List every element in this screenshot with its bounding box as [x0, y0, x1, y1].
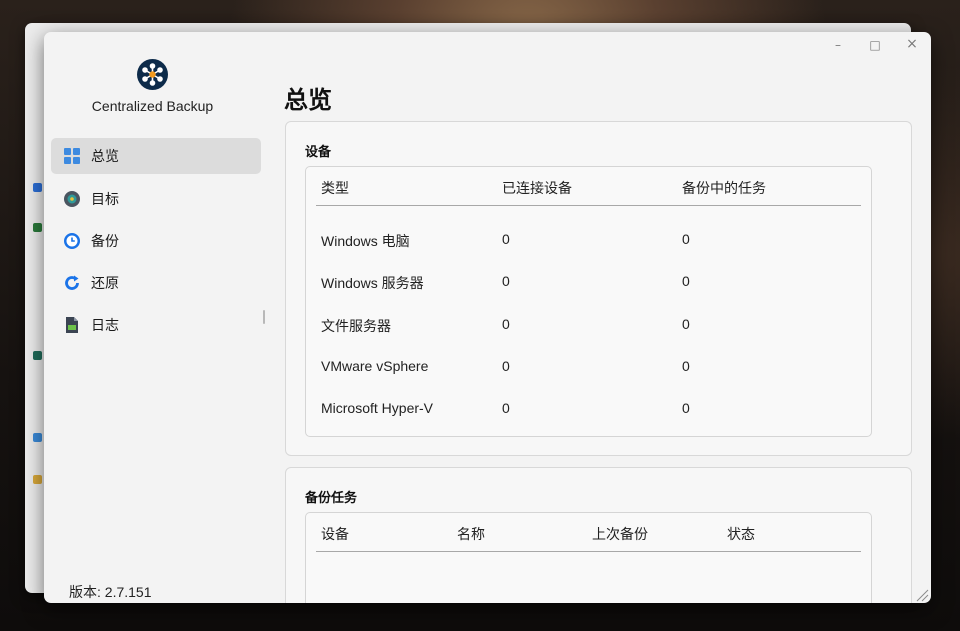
column-header-last-backup: 上次备份 [592, 527, 648, 543]
minimize-button[interactable]: – [828, 38, 848, 52]
sidebar-item-label: 总览 [91, 149, 119, 165]
version-label: 版本: 2.7.151 [69, 584, 152, 600]
row-connected-count: 0 [502, 273, 510, 289]
column-header-device: 设备 [321, 527, 349, 543]
row-type: 文件服务器 [321, 318, 391, 334]
backup-tasks-card: 备份任务 设备 名称 上次备份 状态 [285, 467, 912, 603]
row-type: Windows 电脑 [321, 233, 410, 249]
backup-tasks-table: 设备 名称 上次备份 状态 [305, 512, 872, 603]
maximize-button[interactable]: □ [865, 38, 885, 52]
sidebar-item-label: 还原 [91, 276, 119, 292]
row-type: Microsoft Hyper-V [321, 400, 434, 416]
devices-card-title: 设备 [305, 145, 332, 160]
header-divider [316, 205, 861, 206]
devices-card: 设备 类型 已连接设备 备份中的任务 Windows 电脑 0 0 Window… [285, 121, 912, 456]
sidebar-resize-handle[interactable] [263, 310, 265, 324]
sidebar-item-label: 日志 [91, 318, 119, 334]
backup-clock-icon [63, 232, 81, 250]
row-task-count: 0 [682, 231, 690, 247]
background-app-icon [33, 223, 42, 232]
page-title: 总览 [284, 86, 332, 114]
column-header-type: 类型 [321, 181, 349, 197]
background-app-icon [33, 351, 42, 360]
close-button[interactable]: × [902, 36, 922, 52]
log-document-icon [63, 316, 81, 334]
row-type: Windows 服务器 [321, 275, 424, 291]
row-connected-count: 0 [502, 231, 510, 247]
app-window: – □ × Centralized Backup 总览 目标 备份 还原 日志 … [44, 32, 931, 603]
sidebar: Centralized Backup 总览 目标 备份 还原 日志 版本: 2.… [44, 32, 271, 603]
column-header-running-tasks: 备份中的任务 [682, 181, 766, 197]
sidebar-item-overview[interactable]: 总览 [51, 138, 261, 174]
devices-table: 类型 已连接设备 备份中的任务 Windows 电脑 0 0 Windows 服… [305, 166, 872, 437]
background-app-icon [33, 475, 42, 484]
row-connected-count: 0 [502, 400, 510, 416]
column-header-connected-devices: 已连接设备 [502, 181, 572, 197]
sidebar-item-target[interactable]: 目标 [51, 181, 261, 217]
window-resize-grip-icon[interactable] [915, 587, 929, 602]
row-task-count: 0 [682, 273, 690, 289]
column-header-status: 状态 [727, 527, 755, 543]
sidebar-item-label: 目标 [91, 192, 119, 208]
row-connected-count: 0 [502, 316, 510, 332]
target-disk-icon [63, 190, 81, 208]
row-connected-count: 0 [502, 358, 510, 374]
app-logo-icon [137, 59, 168, 90]
restore-refresh-icon [63, 274, 81, 292]
background-app-icon [33, 183, 42, 192]
header-divider [316, 551, 861, 552]
row-task-count: 0 [682, 316, 690, 332]
overview-grid-icon [63, 147, 81, 165]
sidebar-item-log[interactable]: 日志 [51, 307, 261, 343]
sidebar-item-restore[interactable]: 还原 [51, 265, 261, 301]
background-app-icon [33, 433, 42, 442]
row-type: VMware vSphere [321, 358, 429, 374]
row-task-count: 0 [682, 358, 690, 374]
row-task-count: 0 [682, 400, 690, 416]
sidebar-item-backup[interactable]: 备份 [51, 223, 261, 259]
backup-tasks-card-title: 备份任务 [305, 491, 358, 506]
sidebar-item-label: 备份 [91, 234, 119, 250]
app-name: Centralized Backup [91, 98, 214, 114]
column-header-name: 名称 [457, 527, 485, 543]
